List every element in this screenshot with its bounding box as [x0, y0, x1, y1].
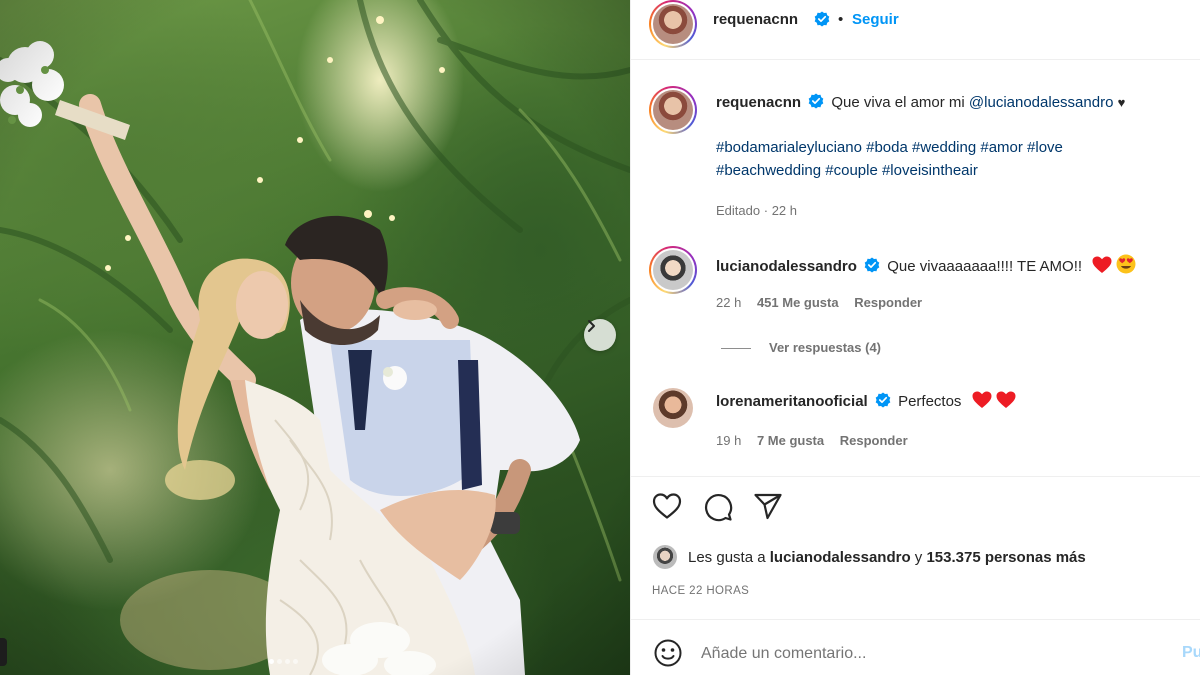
caption-author-avatar[interactable] [649, 86, 697, 134]
author-username[interactable]: requenacnn [713, 11, 798, 28]
likes-others[interactable]: 153.375 personas más [926, 549, 1085, 566]
previous-post-edge[interactable] [0, 638, 7, 666]
comment-text: Perfectos [898, 393, 962, 410]
divider [631, 619, 1200, 620]
carousel-indicator [269, 659, 298, 664]
heart-eyes-emoji-icon [1116, 254, 1136, 274]
edited-time: 22 h [771, 203, 797, 218]
author-avatar[interactable] [649, 0, 697, 48]
caption-edited-meta: Editado · 22 h [716, 203, 797, 218]
post-photo[interactable] [0, 0, 630, 675]
edited-dot: · [763, 203, 769, 218]
verified-icon [808, 93, 824, 109]
likes-summary: Les gusta a lucianodalessandro y 153.375… [688, 549, 1086, 566]
follow-button[interactable]: Seguir [852, 11, 899, 28]
like-icon[interactable] [652, 492, 682, 520]
comment-time: 22 h [716, 295, 742, 310]
comment-input[interactable] [701, 641, 1161, 667]
comment-avatar[interactable] [653, 388, 693, 428]
caption-mention-link[interactable]: @lucianodalessandro [969, 94, 1114, 111]
verified-icon [814, 11, 830, 27]
caption-heart: ♥ [1117, 95, 1126, 110]
wedding-photo-illustration [0, 0, 630, 675]
comment-time: 19 h [716, 433, 742, 448]
view-replies-label: Ver respuestas (4) [769, 340, 882, 355]
verified-icon [864, 257, 880, 273]
comment: lucianodalessandro Que vivaaaaaaa!!!! TE… [716, 254, 1136, 275]
comment-text: Que vivaaaaaaa!!!! TE AMO!! [887, 258, 1083, 275]
instagram-post: requenacnn • Seguir requenacnn Que viva … [0, 0, 1200, 675]
post-details-panel: requenacnn • Seguir requenacnn Que viva … [630, 0, 1200, 675]
caption-hashtags-line-1[interactable]: #bodamarialeyluciano #boda #wedding #amo… [716, 139, 1063, 156]
carousel-dot [293, 659, 298, 664]
post-header: requenacnn • Seguir [631, 0, 1200, 60]
emoji-icon[interactable] [653, 638, 683, 668]
verified-icon [875, 392, 891, 408]
red-heart-emoji-icon [1092, 256, 1112, 273]
liker-avatar[interactable] [653, 545, 677, 569]
comment-likes[interactable]: 451 Me gusta [757, 295, 839, 310]
likes-joiner: y [914, 549, 923, 566]
caption-hashtags-line-2[interactable]: #beachwedding #couple #loveisintheair [716, 162, 978, 179]
comment-username[interactable]: lucianodalessandro [716, 258, 857, 275]
comment-meta: 19 h 7 Me gusta Responder [716, 433, 908, 448]
likes-user[interactable]: lucianodalessandro [770, 549, 911, 566]
follow-separator: • [838, 11, 844, 28]
red-heart-emoji-icon [972, 391, 992, 408]
carousel-dot [269, 659, 274, 664]
caption: requenacnn Que viva el amor mi @lucianod… [716, 93, 1125, 111]
comment-likes[interactable]: 7 Me gusta [757, 433, 824, 448]
comment: lorenameritanooficial Perfectos [716, 391, 1016, 410]
carousel-dot [285, 659, 290, 664]
comment-meta: 22 h 451 Me gusta Responder [716, 295, 922, 310]
comment-reply-button[interactable]: Responder [854, 295, 922, 310]
chevron-right-icon [588, 320, 595, 332]
post-timestamp[interactable]: HACE 22 HORAS [652, 585, 749, 597]
view-replies-button[interactable]: Ver respuestas (4) [721, 340, 881, 355]
comment-icon[interactable] [703, 492, 733, 522]
caption-text: Que viva el amor mi [831, 94, 965, 111]
red-heart-emoji-icon [996, 391, 1016, 408]
comment-username[interactable]: lorenameritanooficial [716, 393, 868, 410]
share-icon[interactable] [753, 492, 783, 522]
likes-prefix: Les gusta a [688, 549, 766, 566]
carousel-next-button[interactable] [584, 319, 616, 351]
comment-avatar[interactable] [649, 246, 697, 294]
comment-reply-button[interactable]: Responder [840, 433, 908, 448]
edited-label: Editado [716, 203, 761, 218]
divider [631, 476, 1200, 477]
caption-author-username[interactable]: requenacnn [716, 94, 801, 111]
carousel-dot [277, 659, 282, 664]
publish-button[interactable]: Pu [1182, 644, 1200, 662]
view-replies-line [721, 348, 751, 350]
